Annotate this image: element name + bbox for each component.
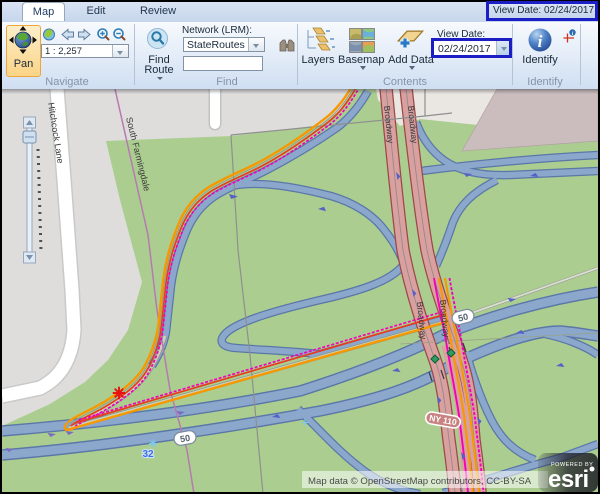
svg-text:esri: esri	[548, 466, 589, 492]
svg-text:i: i	[538, 32, 543, 51]
svg-text:32: 32	[142, 449, 154, 460]
svg-text:50: 50	[179, 433, 191, 445]
svg-text:Map data © OpenStreetMap contr: Map data © OpenStreetMap contributors, C…	[308, 476, 532, 487]
